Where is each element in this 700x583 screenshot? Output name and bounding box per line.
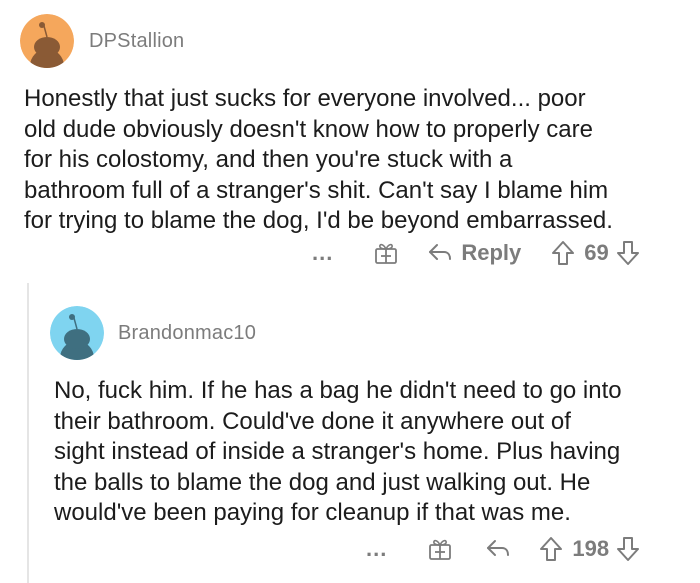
gift-icon: [429, 539, 452, 560]
downvote-arrow-icon: [617, 537, 640, 561]
comment-line: No, fuck him. If he has a bag he didn't …: [54, 377, 622, 404]
comment-line: would've been paying for cleanup if that…: [54, 499, 571, 526]
user-avatar-icon: [20, 14, 74, 68]
reply-button[interactable]: Reply: [427, 240, 521, 266]
downvote-button[interactable]: [616, 240, 640, 266]
comment-line: Honestly that just sucks for everyone in…: [24, 85, 586, 112]
comment-actions: ... 198: [366, 536, 640, 562]
comment-line: the balls to blame the dog and just walk…: [54, 468, 591, 496]
comment-line: for trying to blame the dog, I'd be beyo…: [24, 207, 613, 234]
upvote-arrow-icon: [552, 241, 575, 265]
more-options-button[interactable]: ...: [312, 242, 333, 264]
comment-line: sight instead of inside a stranger's hom…: [54, 438, 621, 465]
vote-count: 198: [572, 536, 610, 561]
downvote-button[interactable]: [616, 536, 640, 562]
award-button[interactable]: [373, 240, 399, 266]
username[interactable]: Brandonmac10: [118, 322, 256, 345]
downvote-arrow-icon: [616, 241, 639, 265]
user-avatar-icon: [50, 306, 104, 360]
comment-line: their bathroom. Could've done it anywher…: [54, 407, 571, 435]
avatar[interactable]: [20, 14, 74, 68]
reply-button[interactable]: [485, 538, 511, 560]
comment-line: for his colostomy, and then you're stuck…: [24, 146, 513, 173]
comment-line: bathroom full of a stranger's shit. Can'…: [24, 176, 609, 204]
comment-actions: ... Reply 69: [312, 240, 640, 266]
reply-label: Reply: [461, 240, 522, 265]
reply-arrow-icon: [429, 244, 452, 260]
more-options-button[interactable]: ...: [366, 538, 387, 560]
comment-line: old dude obviously doesn't know how to p…: [24, 115, 593, 143]
comment-body: No, fuck him. If he has a bag he didn't …: [54, 376, 694, 529]
comment-body: Honestly that just sucks for everyone in…: [24, 84, 684, 237]
upvote-button[interactable]: [539, 536, 563, 562]
vote-count: 69: [584, 240, 609, 265]
comment-header: Brandonmac10: [50, 306, 256, 360]
upvote-button[interactable]: [551, 240, 575, 266]
avatar[interactable]: [50, 306, 104, 360]
thread-line[interactable]: [27, 283, 29, 583]
comment-header: DPStallion: [20, 14, 184, 68]
award-button[interactable]: [427, 536, 453, 562]
gift-icon: [375, 243, 398, 264]
reply-arrow-icon: [487, 540, 510, 556]
username[interactable]: DPStallion: [89, 30, 184, 53]
comment-thread: DPStallion Honestly that just sucks for …: [0, 0, 700, 583]
upvote-arrow-icon: [540, 537, 563, 561]
